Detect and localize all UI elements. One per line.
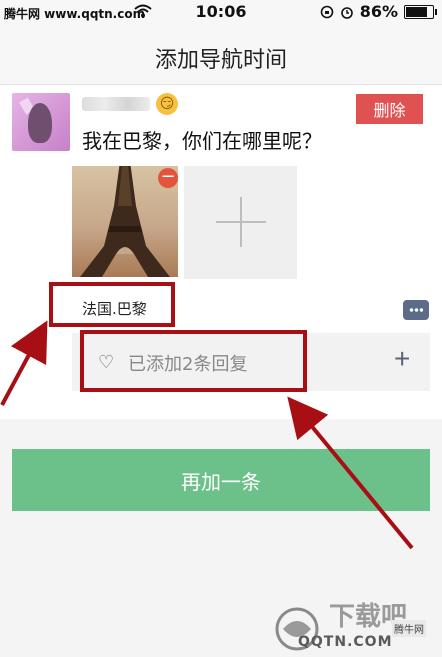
battery-percent: 86% <box>359 2 398 21</box>
username-blurred <box>82 97 150 111</box>
watermark-site: QQTN.COM <box>298 634 393 650</box>
annotation-box-location <box>49 282 175 327</box>
emoji-icon: 😏 <box>156 93 178 115</box>
post-text: 我在巴黎，你们在哪里呢？ <box>82 129 322 153</box>
add-reply-button[interactable]: + <box>394 343 410 375</box>
status-bar: 腾牛网 www.qqtn.com 10:06 86% <box>0 0 442 24</box>
add-photo-button[interactable] <box>184 166 297 279</box>
alarm-icon <box>340 6 353 19</box>
battery-icon <box>404 4 437 19</box>
comment-icon[interactable] <box>403 300 429 320</box>
delete-button[interactable]: 删除 <box>356 94 423 124</box>
remove-photo-button[interactable]: − <box>158 168 178 188</box>
page-title: 添加导航时间 <box>154 48 287 73</box>
rotation-lock-icon <box>320 5 334 18</box>
annotation-box-replies <box>80 330 307 392</box>
post-card: 😏 删除 我在巴黎，你们在哪里呢？ − 法国.巴黎 ♡ 已添加2条回复 + <box>0 85 442 419</box>
navigation-bar: 添加导航时间 <box>0 24 442 85</box>
add-another-button[interactable]: 再加一条 <box>12 449 430 511</box>
avatar[interactable] <box>12 93 70 151</box>
watermark-brand: 腾牛网 <box>392 620 426 637</box>
